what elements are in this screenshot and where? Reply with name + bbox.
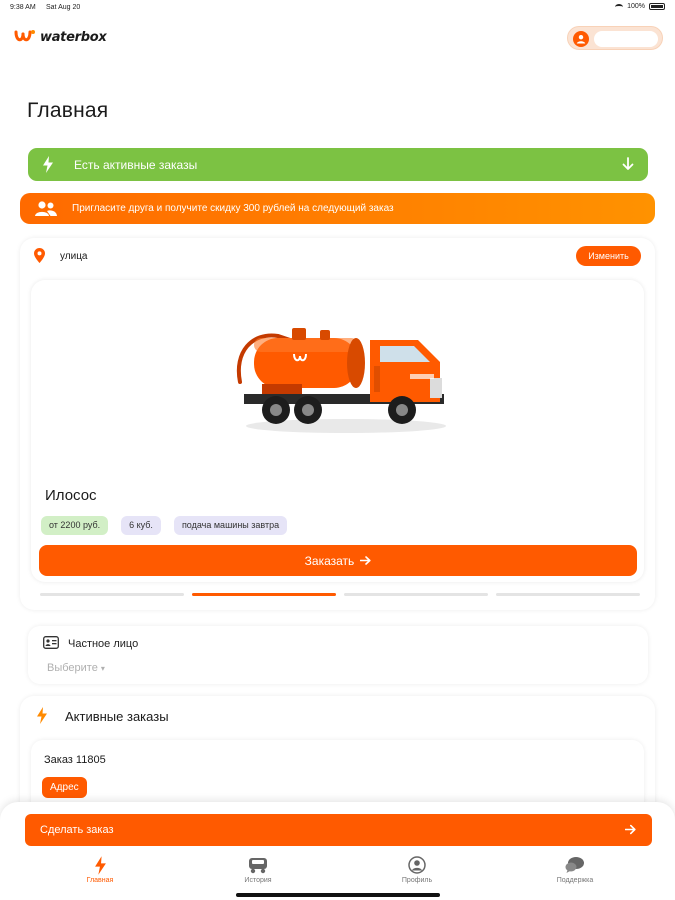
carousel-dot-active[interactable]	[192, 593, 336, 596]
tab-home-label: Главная	[86, 877, 114, 884]
service-item[interactable]: Илосос от 2200 руб. 6 куб. подача машины…	[31, 280, 644, 582]
wifi-icon	[615, 3, 624, 10]
battery-percent: 100%	[627, 3, 645, 10]
address-street: улица	[60, 251, 88, 262]
tab-support-label: Поддержка	[556, 877, 594, 884]
tab-profile-label: Профиль	[401, 877, 433, 884]
status-time: 9:38 AM	[10, 4, 36, 11]
logo-mark-icon	[14, 30, 35, 42]
location-pin-icon	[34, 248, 45, 263]
change-address-button[interactable]: Изменить	[576, 246, 641, 266]
home-indicator	[236, 893, 440, 897]
service-chips: от 2200 руб. 6 куб. подача машины завтра	[41, 516, 288, 535]
client-type-card: Частное лицо Выберите ▾	[28, 626, 648, 684]
people-icon	[35, 201, 57, 216]
make-order-button[interactable]: Сделать заказ	[25, 814, 652, 846]
order-button[interactable]: Заказать	[39, 545, 637, 576]
tab-history-label: История	[244, 877, 272, 884]
page-title: Главная	[27, 99, 109, 122]
arrow-right-icon	[625, 824, 636, 835]
status-date: Sat Aug 20	[46, 4, 81, 11]
delivery-chip: подача машины завтра	[173, 516, 288, 535]
top-bar: waterbox	[14, 26, 663, 52]
order-number: Заказ 11805	[44, 754, 106, 766]
chat-icon	[565, 857, 584, 873]
tab-bar: Главная История Профиль Поддержка	[0, 854, 675, 894]
price-chip: от 2200 руб.	[41, 516, 109, 535]
logo-text: waterbox	[40, 29, 107, 45]
id-card-icon	[43, 636, 59, 649]
active-orders-banner-label: Есть активные заказы	[74, 158, 198, 172]
make-order-label: Сделать заказ	[40, 824, 114, 836]
bottom-sheet: Сделать заказ Главная История Профиль По…	[0, 802, 675, 900]
user-circle-icon	[573, 31, 589, 47]
invite-banner[interactable]: Пригласите друга и получите скидку 300 р…	[20, 193, 655, 224]
logo[interactable]: waterbox	[14, 28, 107, 46]
profile-name-slot	[594, 31, 658, 47]
chevron-down-icon: ▾	[100, 664, 105, 673]
service-title: Илосос	[45, 487, 97, 504]
tab-home[interactable]: Главная	[55, 854, 145, 884]
bolt-icon	[94, 855, 106, 875]
status-bar: 9:38 AM Sat Aug 20 100%	[0, 0, 675, 16]
profile-button[interactable]	[567, 26, 663, 50]
active-orders-banner[interactable]: Есть активные заказы	[28, 148, 648, 181]
arrow-down-icon	[622, 157, 634, 170]
user-circle-icon	[408, 856, 426, 874]
truck-icon	[249, 857, 267, 873]
vacuum-truck-image	[236, 328, 446, 433]
tab-history[interactable]: История	[213, 854, 303, 884]
bolt-icon	[37, 707, 47, 724]
carousel-dot[interactable]	[344, 593, 488, 596]
active-orders-title: Активные заказы	[65, 709, 169, 724]
invite-banner-label: Пригласите друга и получите скидку 300 р…	[72, 203, 394, 214]
carousel-dot[interactable]	[496, 593, 640, 596]
volume-chip: 6 куб.	[121, 516, 161, 535]
arrow-right-icon	[360, 556, 371, 565]
bolt-icon	[43, 156, 53, 173]
tab-support[interactable]: Поддержка	[530, 854, 620, 884]
order-address-badge[interactable]: Адрес	[42, 777, 87, 798]
client-type-select[interactable]: Выберите ▾	[47, 662, 105, 674]
client-type-select-placeholder: Выберите	[47, 662, 98, 674]
carousel-dot[interactable]	[40, 593, 184, 596]
tab-profile[interactable]: Профиль	[372, 854, 462, 884]
battery-icon	[649, 3, 665, 10]
client-type-label: Частное лицо	[68, 638, 139, 650]
carousel-pager	[40, 593, 640, 596]
order-button-label: Заказать	[304, 553, 355, 568]
service-card: улица Изменить Илосос от 2200 руб. 6 куб…	[20, 238, 655, 610]
status-right: 100%	[615, 3, 665, 10]
